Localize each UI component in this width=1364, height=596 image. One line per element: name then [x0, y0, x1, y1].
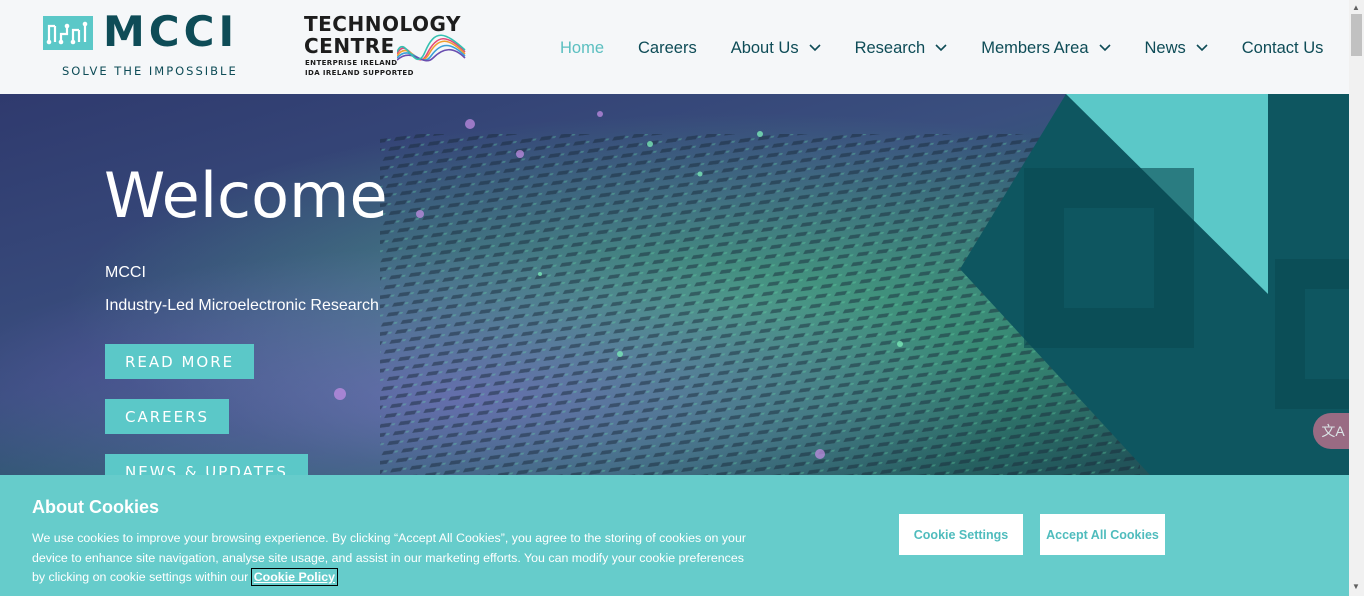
mcci-tagline: SOLVE THE IMPOSSIBLE: [62, 64, 238, 78]
accept-all-cookies-button[interactable]: Accept All Cookies: [1040, 514, 1165, 555]
mcci-wordmark: MCCI: [103, 7, 239, 56]
mcci-logo[interactable]: MCCI SOLVE THE IMPOSSIBLE: [43, 10, 268, 78]
cookie-banner-title: About Cookies: [32, 497, 160, 517]
hero-banner: Welcome MCCI Industry-Led Microelectroni…: [0, 94, 1349, 475]
nav-careers[interactable]: Careers: [638, 39, 697, 58]
hero-subtitle-tagline: Industry-Led Microelectronic Research: [105, 297, 379, 314]
tc-logo-sub1: ENTERPRISE IRELAND: [305, 59, 398, 67]
scroll-up-arrow-icon[interactable]: ▲: [1352, 3, 1360, 12]
cookie-banner-text: We use cookies to improve your browsing …: [32, 529, 752, 588]
chevron-down-icon: [1098, 44, 1111, 52]
nav-research[interactable]: Research: [855, 39, 948, 58]
nav-news[interactable]: News: [1145, 39, 1208, 58]
nav-home[interactable]: Home: [560, 39, 604, 58]
nav-contact-label: Contact Us: [1241, 38, 1324, 57]
cookie-settings-button[interactable]: Cookie Settings: [899, 514, 1023, 555]
nav-news-label: News: [1144, 38, 1186, 57]
news-updates-button[interactable]: NEWS & UPDATES: [105, 454, 308, 475]
page-scrollbar[interactable]: ▲ ▼: [1349, 0, 1364, 596]
nav-contact[interactable]: Contact Us: [1242, 39, 1324, 58]
nav-about[interactable]: About Us: [731, 39, 821, 58]
chevron-down-icon: [809, 44, 821, 52]
site-header: MCCI SOLVE THE IMPOSSIBLE TECHNOLOGY CEN…: [0, 0, 1349, 94]
circuit-logo-icon: [43, 16, 93, 50]
main-nav: Home Careers About Us Research Members A…: [560, 37, 1323, 59]
careers-button[interactable]: CAREERS: [105, 399, 230, 434]
nav-members-label: Members Area: [981, 38, 1089, 57]
cookie-policy-link[interactable]: Cookie Policy: [250, 568, 338, 586]
technology-centre-logo[interactable]: TECHNOLOGY CENTRE ENTERPRISE IRELAND IDA…: [304, 12, 469, 82]
nav-research-label: Research: [854, 38, 926, 57]
cookie-banner: About Cookies We use cookies to improve …: [0, 475, 1349, 596]
scroll-down-arrow-icon[interactable]: ▼: [1352, 582, 1360, 591]
hero-title: Welcome: [104, 159, 388, 232]
chevron-down-icon: [1196, 44, 1208, 52]
read-more-button[interactable]: READ MORE: [105, 344, 255, 379]
chevron-down-icon: [935, 44, 947, 52]
wave-graphic-icon: [397, 34, 466, 62]
nav-members-area[interactable]: Members Area: [981, 38, 1111, 58]
nav-about-label: About Us: [730, 38, 799, 57]
nav-careers-label: Careers: [638, 38, 697, 57]
scrollbar-thumb[interactable]: [1351, 14, 1362, 56]
translate-icon[interactable]: 文A: [1313, 413, 1349, 449]
tc-logo-line2: CENTRE: [304, 34, 395, 58]
cookie-description: We use cookies to improve your browsing …: [32, 531, 746, 584]
hero-subtitle-org: MCCI: [105, 264, 146, 281]
nav-home-label: Home: [560, 38, 605, 57]
